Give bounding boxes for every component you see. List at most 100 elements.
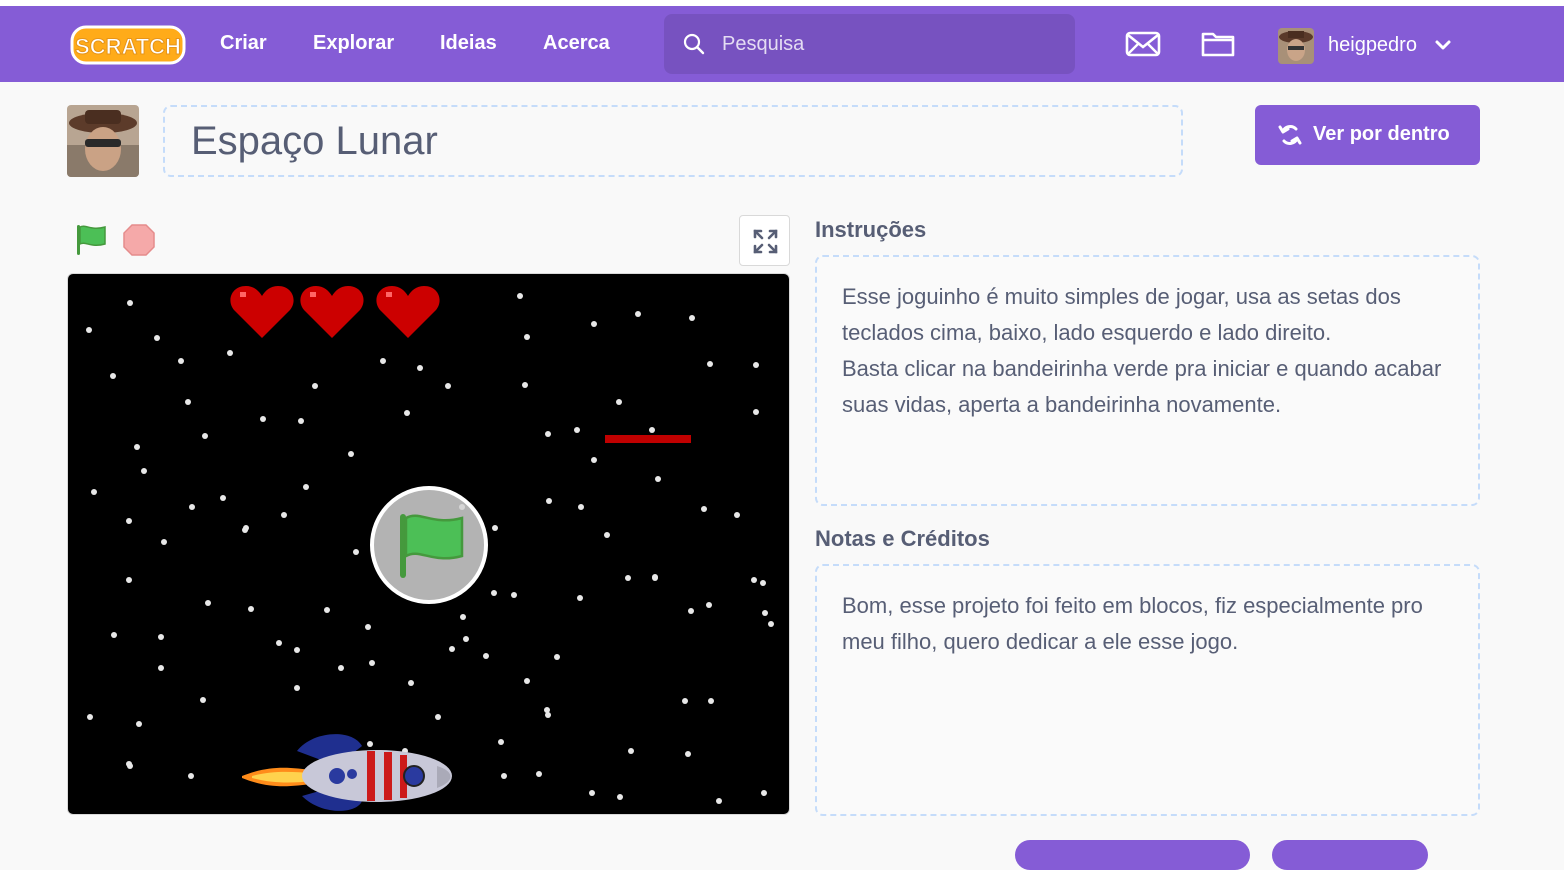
project-title-field[interactable]: Espaço Lunar bbox=[163, 105, 1183, 177]
star bbox=[188, 773, 194, 779]
star bbox=[536, 771, 542, 777]
star bbox=[227, 350, 233, 356]
star bbox=[522, 382, 528, 388]
star bbox=[205, 600, 211, 606]
star bbox=[136, 721, 142, 727]
star bbox=[685, 751, 691, 757]
star bbox=[524, 334, 530, 340]
star bbox=[127, 300, 133, 306]
search-box[interactable] bbox=[664, 14, 1075, 74]
project-stage[interactable] bbox=[67, 273, 790, 815]
star bbox=[141, 468, 147, 474]
remix-arrows-icon bbox=[1278, 125, 1302, 145]
see-inside-button[interactable]: Ver por dentro bbox=[1255, 105, 1480, 165]
star bbox=[242, 527, 248, 533]
instructions-box[interactable]: Esse joguinho é muito simples de jogar, … bbox=[815, 255, 1480, 506]
instructions-text[interactable]: Esse joguinho é muito simples de jogar, … bbox=[842, 279, 1462, 423]
star bbox=[491, 590, 497, 596]
star bbox=[716, 798, 722, 804]
star bbox=[248, 606, 254, 612]
star bbox=[158, 634, 164, 640]
project-author-avatar[interactable] bbox=[67, 105, 139, 177]
see-inside-label: Ver por dentro bbox=[1313, 123, 1450, 145]
star bbox=[751, 577, 757, 583]
green-flag-icon[interactable] bbox=[74, 222, 108, 258]
star bbox=[202, 433, 208, 439]
star bbox=[281, 512, 287, 518]
scratch-logo[interactable]: SCRATCH bbox=[70, 24, 186, 66]
chevron-down-icon[interactable] bbox=[1434, 38, 1452, 52]
star bbox=[591, 457, 597, 463]
nav-link-explorar[interactable]: Explorar bbox=[313, 32, 394, 55]
search-input[interactable] bbox=[722, 26, 1052, 62]
star bbox=[617, 794, 623, 800]
fullscreen-icon bbox=[753, 229, 778, 254]
star bbox=[688, 608, 694, 614]
star bbox=[380, 358, 386, 364]
star bbox=[126, 577, 132, 583]
star bbox=[761, 790, 767, 796]
nav-link-criar[interactable]: Criar bbox=[220, 32, 267, 55]
star bbox=[707, 361, 713, 367]
star bbox=[589, 790, 595, 796]
star bbox=[460, 614, 466, 620]
star bbox=[404, 410, 410, 416]
star bbox=[649, 427, 655, 433]
stop-icon[interactable] bbox=[122, 223, 156, 257]
star bbox=[511, 592, 517, 598]
star bbox=[369, 660, 375, 666]
star bbox=[408, 680, 414, 686]
star bbox=[652, 575, 658, 581]
my-stuff-folder-icon[interactable] bbox=[1200, 28, 1236, 58]
username[interactable]: heigpedro bbox=[1328, 34, 1417, 57]
star bbox=[760, 580, 766, 586]
nav-link-ideias[interactable]: Ideias bbox=[440, 32, 497, 55]
navbar: SCRATCH Criar Explorar Ideias Acerca hei… bbox=[0, 6, 1564, 82]
star bbox=[134, 444, 140, 450]
star bbox=[435, 714, 441, 720]
star bbox=[110, 373, 116, 379]
star bbox=[348, 451, 354, 457]
star bbox=[445, 383, 451, 389]
star bbox=[324, 607, 330, 613]
fullscreen-button[interactable] bbox=[739, 215, 790, 266]
star bbox=[577, 595, 583, 601]
star bbox=[353, 549, 359, 555]
logo-text: SCRATCH bbox=[75, 34, 181, 59]
notes-heading: Notas e Créditos bbox=[815, 526, 990, 551]
star bbox=[111, 632, 117, 638]
project-title[interactable]: Espaço Lunar bbox=[191, 119, 438, 164]
star bbox=[762, 610, 768, 616]
star bbox=[517, 293, 523, 299]
star bbox=[734, 512, 740, 518]
star bbox=[689, 315, 695, 321]
notes-box[interactable]: Bom, esse projeto foi feito em blocos, f… bbox=[815, 564, 1480, 816]
star bbox=[545, 431, 551, 437]
star bbox=[294, 647, 300, 653]
star bbox=[574, 427, 580, 433]
notes-text[interactable]: Bom, esse projeto foi feito em blocos, f… bbox=[842, 588, 1462, 660]
star bbox=[154, 335, 160, 341]
star bbox=[492, 525, 498, 531]
star bbox=[463, 636, 469, 642]
star bbox=[578, 504, 584, 510]
messages-icon[interactable] bbox=[1125, 30, 1161, 58]
star bbox=[655, 476, 661, 482]
rocket-sprite bbox=[242, 734, 452, 811]
user-avatar[interactable] bbox=[1278, 28, 1314, 64]
star bbox=[365, 624, 371, 630]
star bbox=[628, 748, 634, 754]
star bbox=[298, 418, 304, 424]
star bbox=[126, 518, 132, 524]
nav-link-acerca[interactable]: Acerca bbox=[543, 32, 610, 55]
star bbox=[546, 498, 552, 504]
star bbox=[178, 358, 184, 364]
star bbox=[312, 383, 318, 389]
star bbox=[86, 327, 92, 333]
star bbox=[706, 602, 712, 608]
star bbox=[753, 409, 759, 415]
enemy-bar bbox=[605, 435, 691, 443]
star bbox=[545, 712, 551, 718]
start-overlay-button[interactable] bbox=[370, 486, 488, 604]
star bbox=[200, 697, 206, 703]
